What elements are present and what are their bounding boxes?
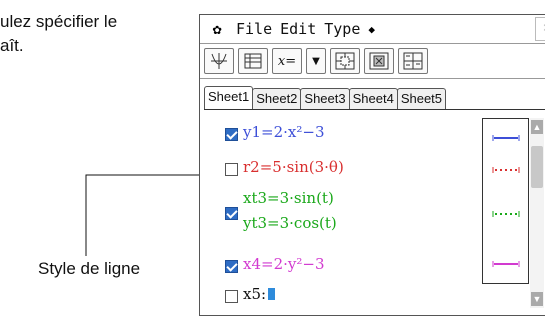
scroll-up-icon[interactable]: ▲ [531,120,543,134]
graph-axes-icon[interactable] [204,48,234,74]
tab-sheet2[interactable]: Sheet2 [252,88,302,109]
function-checkbox-3[interactable] [225,207,238,220]
menu-dropdown-icon[interactable]: ◆ [368,23,375,36]
function-row-3a[interactable]: xt3=3·sin(t) [243,189,334,207]
zoom-fit-icon[interactable] [364,48,394,74]
table-icon[interactable] [238,48,268,74]
function-row-4[interactable]: x4=2·y²−3 [243,255,324,273]
function-checkbox-1[interactable] [225,128,238,141]
text-cursor [268,288,276,300]
function-text-3a: xt3=3·sin(t) [243,189,334,207]
line-style-panel [482,118,529,284]
close-icon[interactable]: × [535,17,545,41]
function-text-4: x4=2·y²−3 [243,255,325,273]
function-checkbox-4[interactable] [225,260,238,273]
menu-bar: ✿ File Edit Type ◆ × [200,15,545,44]
callout-label-line-style: Style de ligne [38,259,141,278]
menu-type[interactable]: Type [324,20,360,38]
function-row-3b[interactable]: yt3=3·cos(t) [243,214,337,232]
toolbar: x= ▼ [200,44,545,79]
line-style-2[interactable] [492,167,520,173]
menu-edit[interactable]: Edit [280,20,316,38]
instruction-text: ulez spécifier le aît. [0,10,117,58]
function-row-1[interactable]: y1=2·x²−3 [243,123,324,141]
tab-sheet5[interactable]: Sheet5 [396,88,447,109]
tab-sheet4[interactable]: Sheet4 [348,88,398,109]
tab-sheet3[interactable]: Sheet3 [300,88,350,109]
table-settings-icon[interactable] [398,48,428,74]
instruction-line-2: aît. [0,36,24,55]
menu-file[interactable]: File [236,20,272,38]
function-text-5: x5: [243,285,267,303]
sheet-tabs: Sheet1 Sheet2 Sheet3 Sheet4 Sheet5 [204,85,545,110]
vertical-scrollbar[interactable]: ▲ ▼ [530,118,544,308]
function-text-1: y1=2·x²−3 [243,123,325,141]
function-row-2[interactable]: r2=5·sin(3·θ) [243,158,344,176]
scroll-down-icon[interactable]: ▼ [531,292,543,306]
gear-icon[interactable]: ✿ [206,20,228,38]
type-dropdown-button[interactable]: ▼ [306,48,326,74]
instruction-line-1: ulez spécifier le [0,12,118,31]
line-style-samples [492,135,520,267]
line-style-3[interactable] [492,211,520,217]
zoom-box-icon[interactable] [330,48,360,74]
scroll-thumb[interactable] [531,146,543,188]
line-style-4[interactable] [492,261,520,267]
line-style-1[interactable] [492,135,520,141]
function-text-2: r2=5·sin(3·θ) [243,158,344,176]
function-text-3b: yt3=3·cos(t) [243,214,337,232]
function-checkbox-2[interactable] [225,163,238,176]
x-equals-button[interactable]: x= [272,48,302,74]
function-row-5[interactable]: x5: [243,285,276,303]
function-checkbox-5[interactable] [225,290,238,303]
tab-sheet1[interactable]: Sheet1 [204,86,254,109]
